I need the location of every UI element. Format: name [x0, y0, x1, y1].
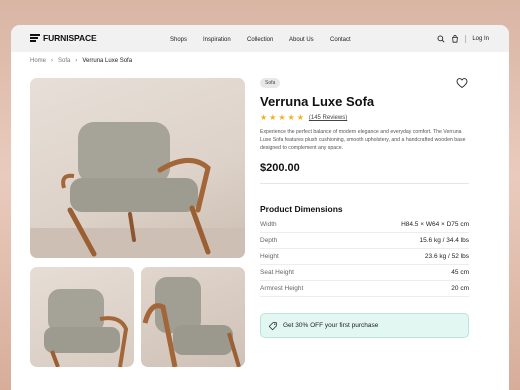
product-thumb-2[interactable]: [141, 267, 245, 367]
dimensions-title: Product Dimensions: [260, 204, 343, 214]
product-description: Experience the perfect balance of modern…: [260, 129, 466, 152]
dimension-value: 15.6 kg / 34.4 lbs: [419, 237, 469, 244]
dimension-value: 23.6 kg / 52 lbs: [424, 253, 469, 260]
nav-item-shops[interactable]: Shops: [170, 37, 187, 43]
category-chip[interactable]: Sofa: [260, 78, 281, 88]
star-icon: ★: [296, 113, 304, 122]
breadcrumb-chevron-icon: ›: [51, 58, 54, 64]
dimensions-table: Width H84.5 × W64 × D75 cm Depth 15.6 kg…: [260, 217, 469, 297]
product-thumb-1[interactable]: [30, 267, 134, 367]
login-link[interactable]: Log In: [472, 36, 489, 42]
dimension-row: Seat Height 45 cm: [260, 265, 469, 281]
star-icon: ★: [260, 113, 268, 122]
dimension-value: 45 cm: [451, 269, 469, 276]
promo-banner[interactable]: Get 30% OFF your first purchase: [260, 313, 469, 338]
promo-text: Get 30% OFF your first purchase: [283, 322, 379, 329]
breadcrumb-sofa[interactable]: Sofa: [58, 58, 70, 64]
cart-icon[interactable]: [451, 35, 459, 43]
reviews-link[interactable]: (145 Reviews): [309, 115, 347, 121]
search-icon[interactable]: [437, 35, 445, 43]
dimension-label: Armrest Height: [260, 285, 304, 292]
heart-icon[interactable]: [456, 77, 468, 89]
product-rating: ★ ★ ★ ★ ★ (145 Reviews): [260, 114, 347, 122]
discount-tag-icon: [268, 321, 277, 330]
dimension-row: Depth 15.6 kg / 34.4 lbs: [260, 233, 469, 249]
product-title: Verruna Luxe Sofa: [260, 94, 375, 109]
dimension-value: H84.5 × W64 × D75 cm: [401, 221, 469, 228]
star-icon: ★: [269, 113, 277, 122]
dimension-value: 20 cm: [451, 285, 469, 292]
product-price: $200.00: [260, 162, 300, 174]
brand-name: FURNISPACE: [43, 33, 97, 43]
product-main-image[interactable]: [30, 78, 245, 258]
dimension-label: Width: [260, 221, 277, 228]
star-icon: ★: [278, 113, 286, 122]
breadcrumb-home[interactable]: Home: [30, 58, 46, 64]
dimension-label: Seat Height: [260, 269, 294, 276]
breadcrumb-chevron-icon: ›: [75, 58, 78, 64]
logo-mark-icon: [30, 34, 40, 42]
section-divider: [260, 183, 469, 184]
dimension-row: Width H84.5 × W64 × D75 cm: [260, 217, 469, 233]
dimension-row: Height 23.6 kg / 52 lbs: [260, 249, 469, 265]
nav-item-contact[interactable]: Contact: [330, 37, 390, 43]
nav-actions: Log In: [437, 35, 489, 43]
dimension-row: Armrest Height 20 cm: [260, 281, 469, 297]
breadcrumb: Home › Sofa › Verruna Luxe Sofa: [30, 58, 132, 64]
brand-logo[interactable]: FURNISPACE: [30, 33, 97, 43]
dimension-label: Height: [260, 253, 279, 260]
star-icon: ★: [287, 113, 295, 122]
nav-divider: [465, 35, 467, 43]
breadcrumb-current: Verruna Luxe Sofa: [82, 58, 133, 64]
dimension-label: Depth: [260, 237, 278, 244]
